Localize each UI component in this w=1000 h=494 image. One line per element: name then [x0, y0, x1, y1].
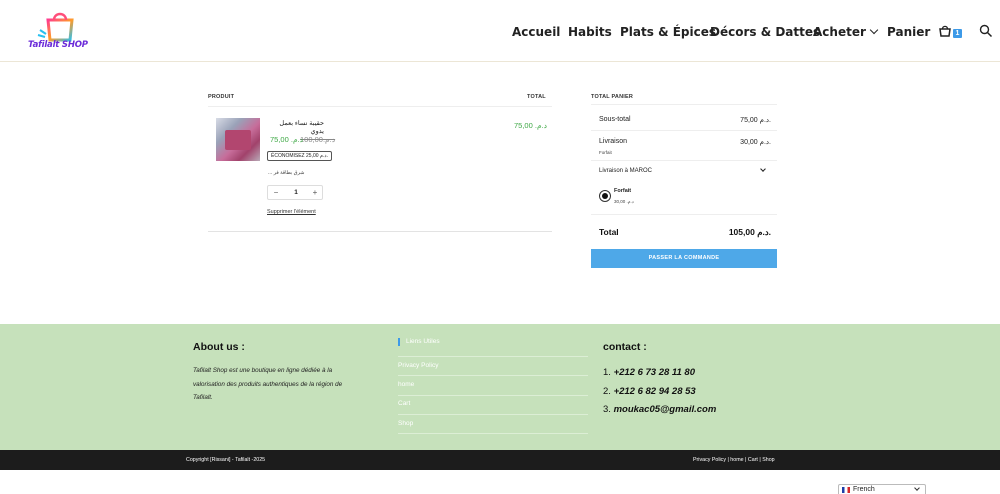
cart-count-badge: 1 — [953, 29, 962, 38]
bottom-bar — [0, 450, 1000, 470]
remove-item-link[interactable]: Supprimer l'élément — [267, 209, 316, 215]
site-header: Tafilalt SHOP Accueil Habits Plats & Épi… — [0, 0, 1000, 62]
france-flag-icon — [842, 487, 850, 493]
savings-badge: ÉCONOMISEZ 25,00 د.م. — [267, 151, 333, 161]
footer-link-cart[interactable]: Cart — [398, 400, 410, 407]
quantity-decrease-button[interactable]: − — [271, 188, 281, 198]
shipping-destination-select[interactable]: Livraison à MAROC — [599, 168, 652, 174]
shipping-label: Livraison — [599, 138, 628, 145]
bottom-link-cart[interactable]: Cart — [748, 457, 758, 463]
about-title: About us : — [193, 341, 245, 353]
chevron-down-icon — [914, 485, 920, 491]
divider — [398, 395, 588, 396]
shipping-option-label[interactable]: Forfait — [614, 188, 631, 194]
language-selector[interactable]: French — [838, 484, 926, 494]
language-label: French — [853, 486, 875, 493]
column-header-total: TOTAL — [527, 94, 546, 100]
contact-phone-2[interactable]: 2. +212 6 82 94 28 53 — [603, 386, 696, 397]
cart-icon[interactable] — [938, 24, 952, 38]
subtotal-label: Sous-total — [599, 116, 631, 123]
nav-accueil[interactable]: Accueil — [512, 25, 560, 39]
quantity-increase-button[interactable]: + — [310, 188, 320, 198]
contact-phone-1-value: +212 6 73 28 11 80 — [613, 367, 696, 378]
contact-phone-1[interactable]: 1. +212 6 73 28 11 80 — [603, 367, 695, 378]
shipping-value: 30,00 د.م. — [740, 139, 771, 146]
divider — [591, 160, 777, 161]
divider — [591, 214, 777, 215]
checkout-button[interactable]: PASSER LA COMMANDE — [591, 249, 777, 268]
bottom-link-home[interactable]: home — [730, 457, 743, 463]
shipping-option-radio[interactable] — [599, 190, 611, 202]
product-thumbnail[interactable] — [216, 118, 260, 161]
useful-links-title: Liens Utiles — [398, 338, 440, 346]
handbag-image — [225, 130, 251, 150]
row-total: د.م. 75,00 — [514, 121, 548, 130]
quantity-input[interactable]: 1 — [290, 188, 302, 198]
divider — [398, 356, 588, 357]
nav-decors-dattes[interactable]: Décors & Dattes — [710, 25, 820, 39]
order-total-label: Total — [599, 227, 619, 237]
divider — [208, 106, 552, 107]
product-price-old: د.م.100,00 — [300, 135, 336, 144]
footer-link-privacy[interactable]: Privacy Policy — [398, 362, 438, 369]
footer-link-home[interactable]: home — [398, 381, 414, 388]
search-icon[interactable] — [979, 24, 993, 38]
nav-panier[interactable]: Panier — [887, 25, 930, 39]
nav-plats-epices[interactable]: Plats & Épices — [620, 25, 716, 39]
logo-text[interactable]: Tafilalt SHOP — [28, 40, 88, 50]
product-note: ... شرق بطاقة فر — [268, 170, 305, 176]
divider — [398, 375, 588, 376]
chevron-down-icon — [869, 25, 879, 35]
shipping-method-label: Forfait — [599, 150, 612, 155]
order-total-value: 105,00 د.م. — [728, 227, 771, 237]
divider — [398, 433, 588, 434]
contact-email[interactable]: 3. moukac05@gmail.com — [603, 404, 716, 415]
divider — [208, 231, 552, 232]
contact-phone-2-value: +212 6 82 94 28 53 — [613, 386, 696, 397]
bottom-link-privacy[interactable]: Privacy Policy — [693, 457, 726, 463]
bottom-links: Privacy Policy | home | Cart | Shop — [693, 457, 775, 463]
footer-link-shop[interactable]: Shop — [398, 420, 413, 427]
product-name-link[interactable]: حقيبة نساء بعمل يدوي — [268, 119, 324, 135]
column-header-product: PRODUIT — [208, 94, 235, 100]
product-price-new: د.م. 75,00 — [270, 135, 304, 144]
contact-email-value: moukac05@gmail.com — [613, 404, 717, 415]
subtotal-value: 75,00 د.م. — [740, 117, 771, 124]
divider — [398, 414, 588, 415]
bottom-link-shop[interactable]: Shop — [762, 457, 774, 463]
divider — [591, 130, 777, 131]
chevron-down-icon[interactable] — [760, 166, 766, 172]
nav-acheter-label: Acheter — [813, 25, 866, 39]
shipping-option-price: د.م. 30,00 — [614, 199, 634, 204]
nav-habits[interactable]: Habits — [568, 25, 612, 39]
cart-totals-title: TOTAL PANIER — [591, 94, 634, 100]
quantity-stepper: − 1 + — [267, 185, 323, 200]
site-footer — [0, 324, 1000, 450]
copyright-text: Copyright [Rissani] - Tafilalt -2025 — [186, 457, 266, 463]
contact-title: contact : — [603, 341, 647, 353]
nav-acheter[interactable]: Acheter — [813, 25, 879, 39]
divider — [591, 104, 777, 105]
about-text: Tafilalt Shop est une boutique en ligne … — [193, 367, 343, 401]
